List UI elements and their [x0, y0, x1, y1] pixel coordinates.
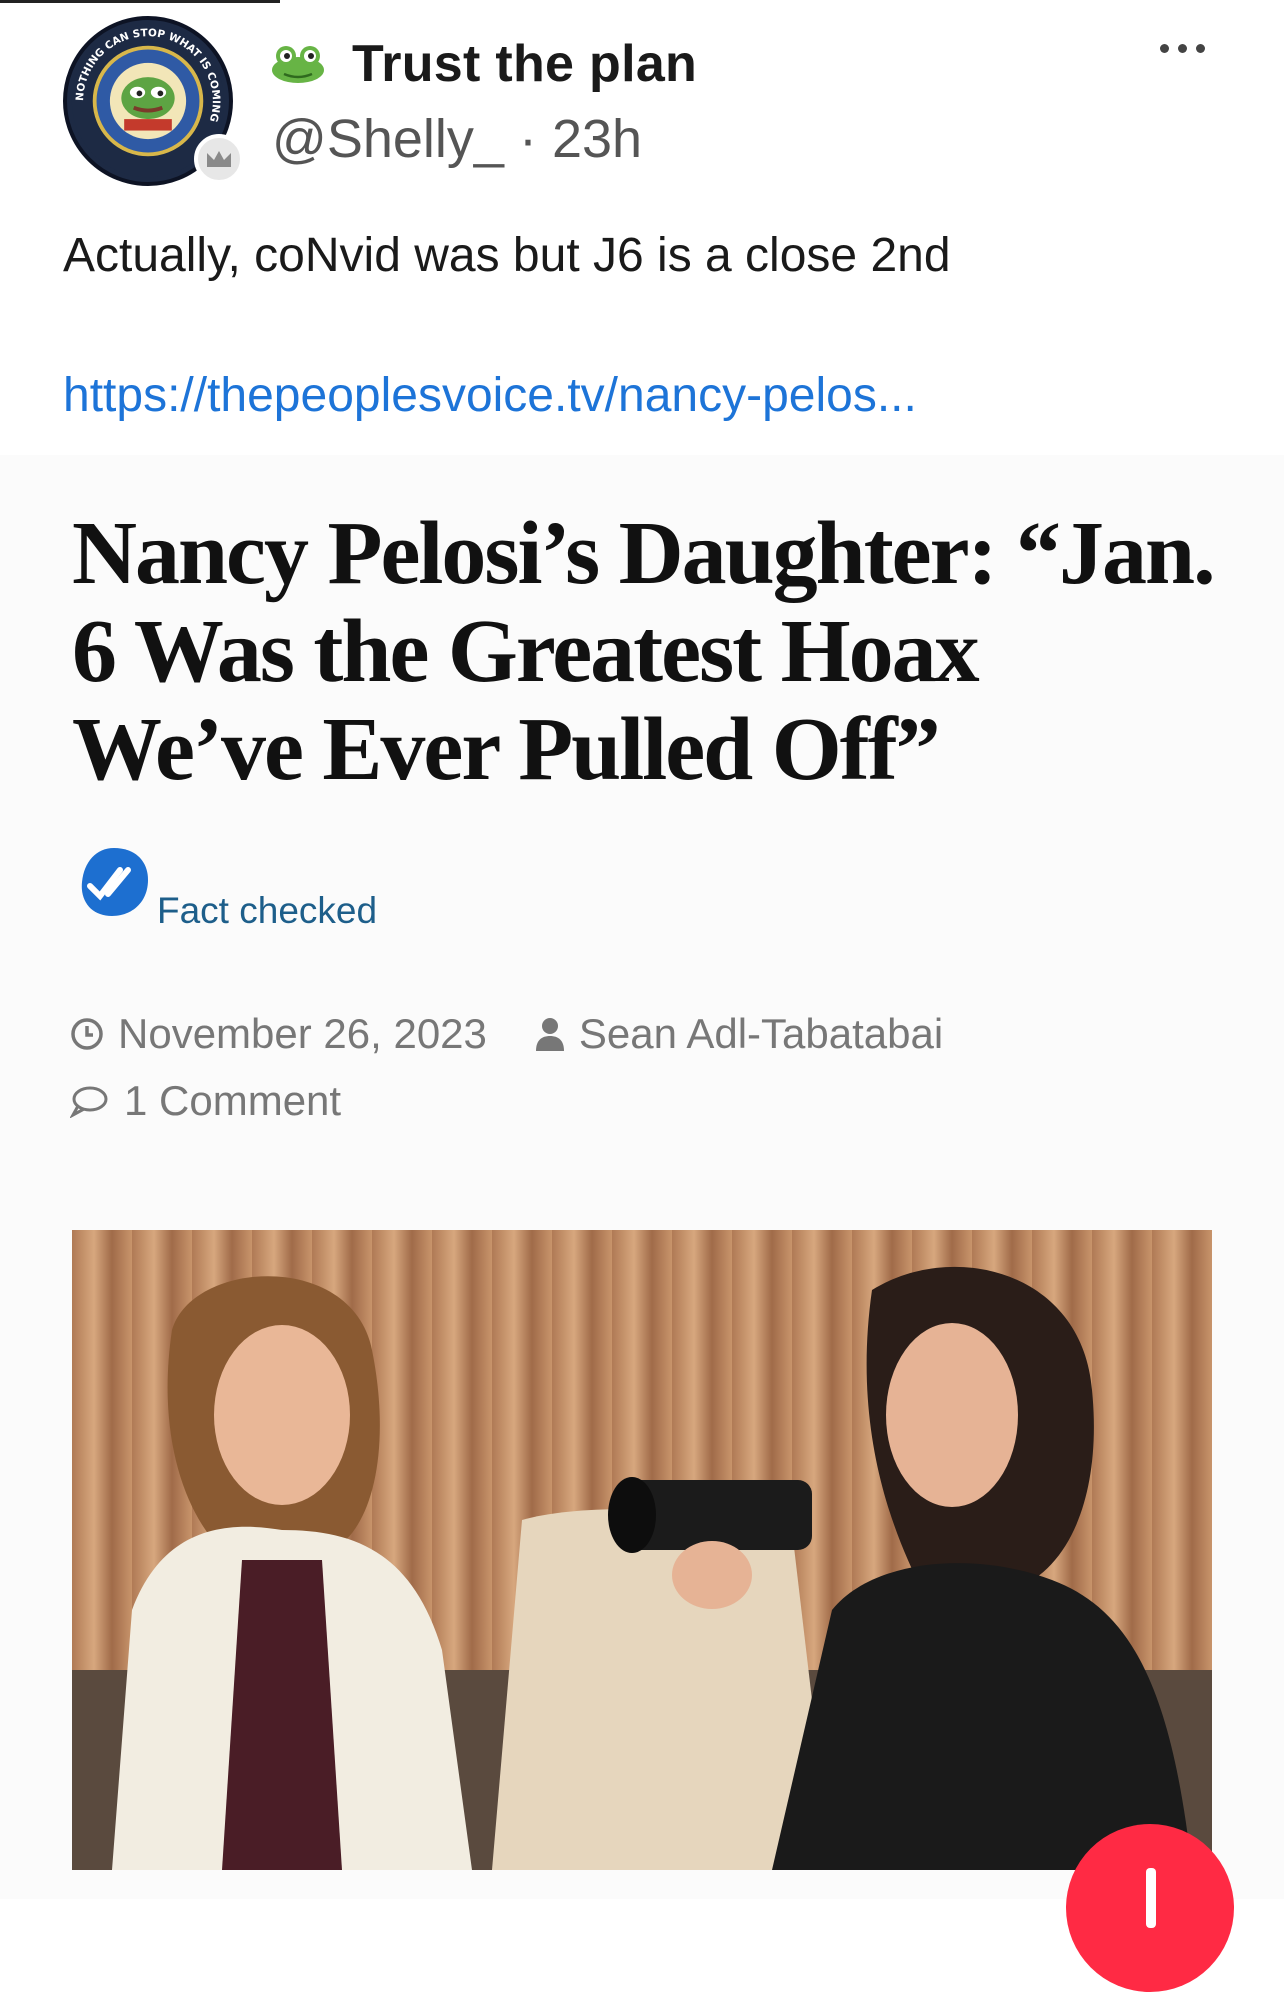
handle[interactable]: @Shelly_: [272, 109, 504, 169]
fact-checked-label: Fact checked: [157, 890, 378, 931]
post-link[interactable]: https://thepeoplesvoice.tv/nancy-pelos..…: [63, 368, 917, 423]
comment-count: 1 Comment: [124, 1077, 342, 1124]
post-time: 23h: [551, 109, 643, 169]
article-meta: November 26, 2023 Sean Adl-Tabatabai: [70, 1010, 991, 1058]
clock-icon: [71, 1018, 103, 1050]
frog-icon: [270, 44, 326, 84]
top-divider: [0, 0, 280, 3]
more-options-icon[interactable]: [1160, 44, 1205, 53]
article-comments[interactable]: 1 Comment: [70, 1077, 341, 1125]
separator: ·: [518, 109, 537, 169]
handle-time: @Shelly_ · 23h: [272, 108, 642, 170]
compose-icon: [1146, 1868, 1156, 1928]
display-name[interactable]: Trust the plan: [352, 34, 697, 94]
post-text: Actually, coNvid was but J6 is a close 2…: [63, 229, 951, 282]
article-headline: Nancy Pelosi’s Daughter: “Jan. 6 Was the…: [72, 504, 1216, 799]
compose-button[interactable]: [1066, 1824, 1234, 1992]
article-author[interactable]: Sean Adl-Tabatabai: [579, 1010, 943, 1058]
comment-icon: [70, 1086, 108, 1118]
article-photo[interactable]: [72, 1230, 1212, 1870]
double-check-icon: [81, 848, 148, 916]
crown-badge-icon: [194, 134, 244, 184]
author-name-row: Trust the plan: [270, 34, 697, 94]
user-icon: [535, 1018, 564, 1051]
article-date: November 26, 2023: [118, 1010, 487, 1057]
